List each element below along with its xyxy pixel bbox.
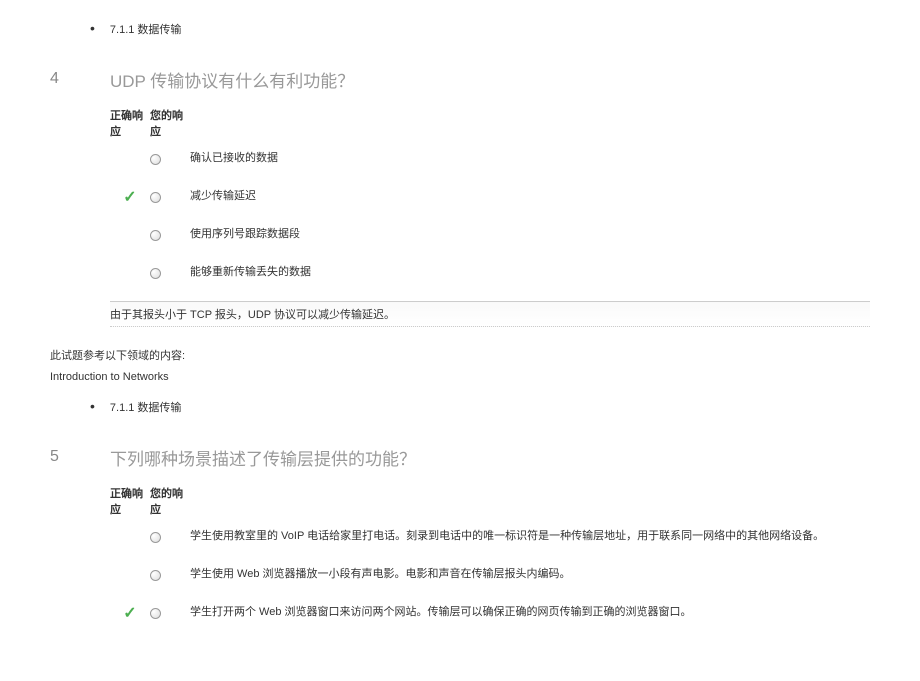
radio-col — [150, 532, 190, 543]
radio-icon[interactable] — [150, 532, 161, 543]
radio-icon[interactable] — [150, 608, 161, 619]
radio-col — [150, 570, 190, 581]
option-row: 使用序列号跟踪数据段 — [110, 225, 870, 245]
option-row: ✓ 学生打开两个 Web 浏览器窗口来访问两个网站。传输层可以确保正确的网页传输… — [110, 603, 870, 623]
option-text: 使用序列号跟踪数据段 — [190, 225, 870, 245]
radio-icon[interactable] — [150, 570, 161, 581]
option-text: 确认已接收的数据 — [190, 149, 870, 169]
question-content: UDP 传输协议有什么有利功能？ 正确响应 您的响应 确认已接收的数据 ✓ 减少… — [110, 52, 870, 327]
radio-icon[interactable] — [150, 268, 161, 279]
options-list: 学生使用教室里的 VoIP 电话给家里打电话。刻录到电话中的唯一标识符是一种传输… — [110, 527, 870, 623]
topic-reference: 7.1.1 数据传输 — [90, 20, 870, 37]
topic-reference: 7.1.1 数据传输 — [90, 398, 870, 415]
option-text: 学生打开两个 Web 浏览器窗口来访问两个网站。传输层可以确保正确的网页传输到正… — [190, 603, 870, 623]
option-text: 学生使用 Web 浏览器播放一小段有声电影。电影和声音在传输层报头内编码。 — [190, 565, 870, 585]
option-text: 学生使用教室里的 VoIP 电话给家里打电话。刻录到电话中的唯一标识符是一种传输… — [190, 527, 870, 547]
option-row: 能够重新传输丢失的数据 — [110, 263, 870, 283]
domain-reference-label: 此试题参考以下领域的内容: — [50, 347, 870, 363]
option-row: 确认已接收的数据 — [110, 149, 870, 169]
header-your: 您的响应 — [150, 107, 190, 139]
correct-indicator: ✓ — [110, 187, 150, 207]
question-title: 下列哪种场景描述了传输层提供的功能？ — [110, 445, 870, 470]
option-row: ✓ 减少传输延迟 — [110, 187, 870, 207]
header-your: 您的响应 — [150, 485, 190, 517]
explanation: 由于其报头小于 TCP 报头，UDP 协议可以减少传输延迟。 — [110, 301, 870, 327]
correct-indicator: ✓ — [110, 603, 150, 623]
option-row: 学生使用教室里的 VoIP 电话给家里打电话。刻录到电话中的唯一标识符是一种传输… — [110, 527, 870, 547]
question-title: UDP 传输协议有什么有利功能？ — [110, 67, 870, 92]
radio-icon[interactable] — [150, 230, 161, 241]
question-number: 5 — [50, 430, 110, 641]
radio-icon[interactable] — [150, 154, 161, 165]
header-correct: 正确响应 — [110, 485, 150, 517]
radio-col — [150, 192, 190, 203]
question-5: 5 下列哪种场景描述了传输层提供的功能？ 正确响应 您的响应 学生使用教室里的 … — [50, 430, 870, 641]
radio-icon[interactable] — [150, 192, 161, 203]
question-number: 4 — [50, 52, 110, 327]
option-text: 减少传输延迟 — [190, 187, 870, 207]
radio-col — [150, 268, 190, 279]
header-correct: 正确响应 — [110, 107, 150, 139]
checkmark-icon: ✓ — [123, 603, 136, 623]
question-content: 下列哪种场景描述了传输层提供的功能？ 正确响应 您的响应 学生使用教室里的 Vo… — [110, 430, 870, 641]
response-header: 正确响应 您的响应 — [110, 485, 870, 517]
option-row: 学生使用 Web 浏览器播放一小段有声电影。电影和声音在传输层报头内编码。 — [110, 565, 870, 585]
response-header: 正确响应 您的响应 — [110, 107, 870, 139]
radio-col — [150, 608, 190, 619]
options-list: 确认已接收的数据 ✓ 减少传输延迟 使用序列号跟踪数据段 能够重新传输丢失的数据 — [110, 149, 870, 283]
radio-col — [150, 154, 190, 165]
radio-col — [150, 230, 190, 241]
question-4: 4 UDP 传输协议有什么有利功能？ 正确响应 您的响应 确认已接收的数据 ✓ … — [50, 52, 870, 327]
option-text: 能够重新传输丢失的数据 — [190, 263, 870, 283]
checkmark-icon: ✓ — [123, 187, 136, 207]
domain-name: Introduction to Networks — [50, 371, 870, 383]
